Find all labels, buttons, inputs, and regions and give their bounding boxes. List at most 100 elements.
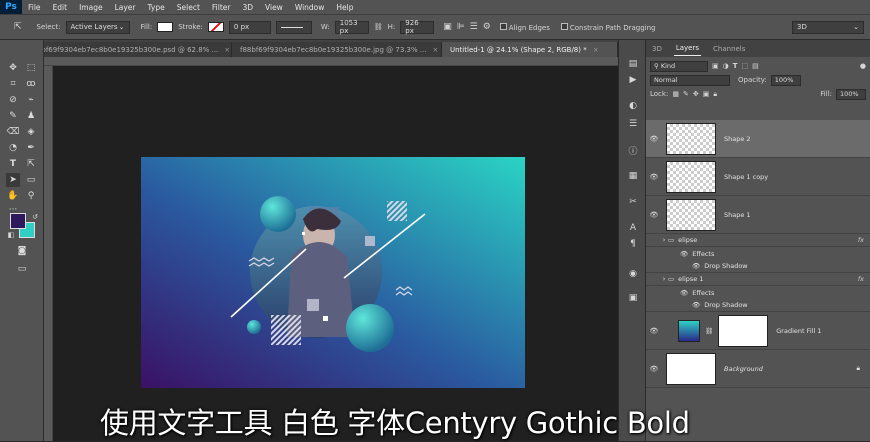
fill-field[interactable]: 100% bbox=[836, 88, 866, 100]
brush-icon[interactable]: ✂ bbox=[626, 196, 640, 208]
menu-3d[interactable]: 3D bbox=[236, 3, 259, 12]
workspace-dropdown[interactable]: 3D ⌄ bbox=[792, 20, 864, 34]
height-field[interactable]: 926 px bbox=[400, 19, 435, 35]
tab-channels[interactable]: Channels bbox=[711, 42, 747, 56]
expand-arrow-icon[interactable]: › bbox=[660, 236, 668, 244]
rectangle-tool-icon[interactable]: ▭ bbox=[24, 173, 38, 187]
move-tool-icon[interactable]: ✥ bbox=[6, 61, 20, 75]
fx-icon[interactable]: fx bbox=[858, 236, 864, 244]
effect-eye-icon[interactable]: 👁︎ bbox=[692, 262, 700, 270]
constrain-checkbox[interactable]: Constrain Path Dragging bbox=[560, 22, 656, 32]
info-icon[interactable]: ⓘ bbox=[626, 144, 640, 157]
opacity-field[interactable]: 100% bbox=[770, 74, 801, 86]
layer-gradient-fill[interactable]: 👁︎ ⛓ Gradient Fill 1 bbox=[646, 312, 870, 350]
drop-shadow-row[interactable]: 👁︎ Drop Shadow bbox=[646, 299, 870, 312]
kind-filter-dropdown[interactable]: ⚲ Kind bbox=[650, 60, 708, 72]
menu-select[interactable]: Select bbox=[171, 3, 206, 12]
lock-transparent-icon[interactable]: ▦ bbox=[672, 90, 679, 98]
crop-tool-icon[interactable]: ⌗ bbox=[6, 77, 20, 91]
screen-mode-icon[interactable]: ▭ bbox=[15, 262, 29, 276]
align-edges-checkbox[interactable]: Align Edges bbox=[499, 22, 550, 32]
direct-selection-icon[interactable]: ➤ bbox=[6, 173, 20, 187]
zoom-tool-icon[interactable]: ⚲ bbox=[24, 189, 38, 203]
fill-swatch[interactable] bbox=[157, 22, 174, 32]
hand-tool-icon[interactable]: ✋ bbox=[6, 189, 20, 203]
layer-shape-2[interactable]: 👁︎ Shape 2 bbox=[646, 120, 870, 158]
filter-toggle-icon[interactable]: ● bbox=[860, 62, 866, 70]
lock-icon[interactable]: 🔒︎ bbox=[857, 364, 860, 373]
marquee-tool-icon[interactable]: ⬚ bbox=[24, 61, 38, 75]
doc-tab-jpg[interactable]: f88bf69f9304eb7ec8b0e19325b300e.jpg @ 73… bbox=[232, 42, 442, 57]
layer-background[interactable]: 👁︎ Background 🔒︎ bbox=[646, 350, 870, 388]
stroke-width-field[interactable]: 0 px bbox=[228, 20, 271, 34]
visibility-eye-icon[interactable]: 👁︎ bbox=[646, 173, 662, 181]
foreground-color-swatch[interactable] bbox=[10, 213, 26, 229]
path-select-icon[interactable]: ⇱ bbox=[14, 22, 22, 32]
type-tool-icon[interactable]: T bbox=[6, 157, 20, 171]
sliders-icon[interactable]: ☰ bbox=[626, 118, 640, 130]
effect-eye-icon[interactable]: 👁︎ bbox=[680, 250, 688, 258]
visibility-eye-icon[interactable]: 👁︎ bbox=[646, 211, 662, 219]
drop-shadow-row[interactable]: 👁︎ Drop Shadow bbox=[646, 260, 870, 273]
menu-help[interactable]: Help bbox=[330, 3, 359, 12]
lock-all-icon[interactable]: 🔒︎ bbox=[713, 90, 717, 99]
menu-image[interactable]: Image bbox=[73, 3, 109, 12]
doc-tab-psd[interactable]: f88bf69f9304eb7ec8b0e19325b300e.psd @ 62… bbox=[22, 42, 232, 57]
pen-tool-icon[interactable]: ✒ bbox=[24, 141, 38, 155]
tab-3d[interactable]: 3D bbox=[650, 42, 664, 56]
eyedropper-icon[interactable]: ⌁ bbox=[24, 93, 38, 107]
filter-smart-icon[interactable]: ▤ bbox=[752, 62, 759, 70]
swap-colors-icon[interactable]: ↺ bbox=[28, 210, 42, 224]
effect-eye-icon[interactable]: 👁︎ bbox=[692, 301, 700, 309]
menu-file[interactable]: File bbox=[22, 3, 47, 12]
tab-layers[interactable]: Layers bbox=[673, 41, 702, 56]
path-arrange-icon[interactable]: ☰ bbox=[470, 22, 478, 32]
menu-view[interactable]: View bbox=[259, 3, 289, 12]
stamp-tool-icon[interactable]: ♟ bbox=[24, 109, 38, 123]
effect-eye-icon[interactable]: 👁︎ bbox=[680, 289, 688, 297]
menu-type[interactable]: Type bbox=[142, 3, 171, 12]
lock-artboard-icon[interactable]: ▣ bbox=[703, 90, 710, 98]
visibility-eye-icon[interactable]: 👁︎ bbox=[646, 135, 662, 143]
quick-select-icon[interactable]: ⊘ bbox=[6, 93, 20, 107]
layer-group-elipse[interactable]: › ▭ elipse fx bbox=[646, 234, 870, 247]
filter-pixel-icon[interactable]: ▣ bbox=[712, 62, 719, 70]
doc-tab-untitled[interactable]: Untitled-1 @ 24.1% (Shape 2, RGB/8) * × bbox=[442, 42, 618, 57]
canvas-area[interactable] bbox=[53, 66, 618, 441]
menu-layer[interactable]: Layer bbox=[109, 3, 142, 12]
expand-arrow-icon[interactable]: › bbox=[660, 275, 668, 283]
artboard-image[interactable] bbox=[141, 157, 525, 388]
layer-shape-1-copy[interactable]: 👁︎ Shape 1 copy bbox=[646, 158, 870, 196]
filter-type-icon[interactable]: T bbox=[733, 62, 738, 70]
visibility-eye-icon[interactable]: 👁︎ bbox=[646, 365, 662, 373]
settings-icon[interactable]: ⚙ bbox=[483, 22, 491, 32]
filter-adjustment-icon[interactable]: ◑ bbox=[723, 62, 729, 70]
character-icon[interactable]: A bbox=[626, 222, 640, 234]
close-icon[interactable]: × bbox=[593, 46, 599, 54]
history-icon[interactable]: ▤ bbox=[626, 58, 640, 70]
menu-filter[interactable]: Filter bbox=[206, 3, 237, 12]
paint-bucket-icon[interactable]: ◈ bbox=[24, 125, 38, 139]
stroke-swatch[interactable] bbox=[207, 22, 224, 32]
healing-brush-icon[interactable]: ✎ bbox=[6, 109, 20, 123]
close-icon[interactable]: × bbox=[433, 46, 439, 54]
properties-icon[interactable]: ▣ bbox=[626, 292, 640, 304]
eraser-icon[interactable]: ⌫ bbox=[6, 125, 20, 139]
dodge-tool-icon[interactable]: ◔ bbox=[6, 141, 20, 155]
menu-edit[interactable]: Edit bbox=[47, 3, 74, 12]
path-align-icon[interactable]: ⊫ bbox=[457, 22, 465, 32]
adjustments-icon[interactable]: ◐ bbox=[626, 100, 640, 112]
layer-shape-1[interactable]: 👁︎ Shape 1 bbox=[646, 196, 870, 234]
blend-mode-dropdown[interactable]: Normal bbox=[650, 74, 730, 86]
swatches-icon[interactable]: ▦ bbox=[626, 170, 640, 182]
menu-window[interactable]: Window bbox=[289, 3, 331, 12]
filter-shape-icon[interactable]: ⬚ bbox=[742, 62, 749, 70]
default-colors-icon[interactable]: ◧ bbox=[4, 228, 18, 242]
path-ops-icon[interactable]: ▣ bbox=[443, 22, 452, 32]
close-icon[interactable]: × bbox=[224, 46, 230, 54]
layer-group-elipse-1[interactable]: › ▭ elipse 1 fx bbox=[646, 273, 870, 286]
lock-position-icon[interactable]: ✥ bbox=[693, 90, 699, 98]
select-dropdown[interactable]: Active Layers ⌄ bbox=[65, 20, 130, 34]
quick-mask-icon[interactable]: ◙ bbox=[15, 244, 29, 258]
lock-pixels-icon[interactable]: ✎ bbox=[683, 90, 689, 98]
